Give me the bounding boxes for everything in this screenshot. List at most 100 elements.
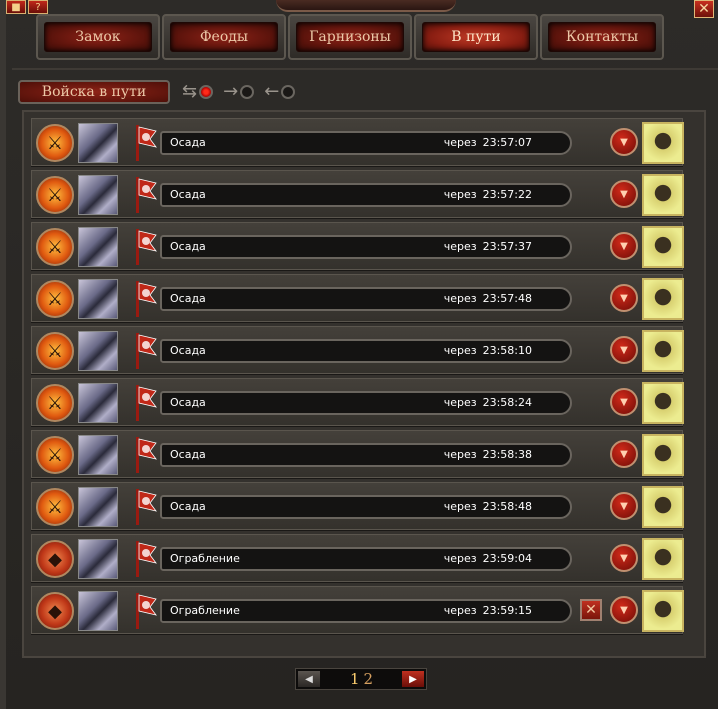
- sub-toolbar: Войска в пути ⇆ → ←: [18, 78, 303, 106]
- eta: через 23:57:07: [444, 136, 532, 149]
- details-button[interactable]: ▼: [610, 284, 638, 312]
- filter-incoming-radio[interactable]: [281, 85, 296, 99]
- troop-row: ⚔ Осада через 23:58:24 ▼: [31, 378, 684, 426]
- lock-icon[interactable]: ■: [6, 0, 26, 14]
- eta-prefix: через: [443, 188, 477, 201]
- target-thumbnail[interactable]: [78, 539, 118, 579]
- avatar[interactable]: [642, 226, 684, 268]
- progress-bar: Осада через 23:58:10: [160, 339, 572, 363]
- help-button[interactable]: ?: [28, 0, 48, 14]
- avatar[interactable]: [642, 278, 684, 320]
- action-label: Осада: [170, 500, 206, 513]
- tab-label: В пути: [422, 22, 530, 52]
- target-thumbnail[interactable]: [78, 591, 118, 631]
- eta: через 23:59:15: [444, 604, 532, 617]
- robbery-icon: ◆: [36, 592, 74, 630]
- direction-filter: ⇆ → ←: [182, 83, 303, 101]
- eta-time: 23:58:48: [482, 500, 532, 513]
- action-label: Ограбление: [170, 604, 240, 617]
- avatar[interactable]: [642, 122, 684, 164]
- siege-icon: ⚔: [36, 176, 74, 214]
- banner-icon: [136, 593, 157, 629]
- troop-row: ⚔ Осада через 23:57:07 ▼: [31, 118, 684, 166]
- troop-row: ⚔ Осада через 23:58:38 ▼: [31, 430, 684, 478]
- progress-bar: Осада через 23:57:22: [160, 183, 572, 207]
- eta: через 23:58:48: [444, 500, 532, 513]
- details-button[interactable]: ▼: [610, 232, 638, 260]
- avatar[interactable]: [642, 330, 684, 372]
- progress-bar: Ограбление через 23:59:15: [160, 599, 572, 623]
- eta-time: 23:57:22: [482, 188, 532, 201]
- avatar[interactable]: [642, 174, 684, 216]
- troop-row: ⚔ Осада через 23:57:48 ▼: [31, 274, 684, 322]
- top-corner-buttons: ■ ?: [6, 0, 52, 14]
- eta: через 23:58:24: [444, 396, 532, 409]
- tab-en-route[interactable]: В пути: [414, 14, 538, 60]
- pagination: ◀ 12 ▶: [295, 668, 427, 690]
- eta-prefix: через: [443, 604, 477, 617]
- troop-row: ◆ Ограбление через 23:59:15 ✕ ▼: [31, 586, 684, 634]
- robbery-icon: ◆: [36, 540, 74, 578]
- banner-icon: [136, 333, 157, 369]
- avatar[interactable]: [642, 486, 684, 528]
- avatar[interactable]: [642, 382, 684, 424]
- avatar[interactable]: [642, 538, 684, 580]
- page-other[interactable]: 2: [364, 670, 374, 688]
- eta-prefix: через: [443, 292, 477, 305]
- details-button[interactable]: ▼: [610, 544, 638, 572]
- tab-garrisons[interactable]: Гарнизоны: [288, 14, 412, 60]
- filter-all-radio[interactable]: [199, 85, 214, 99]
- target-thumbnail[interactable]: [78, 435, 118, 475]
- eta-time: 23:57:37: [482, 240, 532, 253]
- eta-time: 23:59:04: [482, 552, 532, 565]
- progress-bar: Осада через 23:57:37: [160, 235, 572, 259]
- target-thumbnail[interactable]: [78, 175, 118, 215]
- tab-fiefs[interactable]: Феоды: [162, 14, 286, 60]
- prev-page-button[interactable]: ◀: [298, 671, 320, 687]
- target-thumbnail[interactable]: [78, 383, 118, 423]
- subtab-troops-en-route[interactable]: Войска в пути: [18, 80, 170, 104]
- target-thumbnail[interactable]: [78, 279, 118, 319]
- progress-bar: Осада через 23:58:48: [160, 495, 572, 519]
- target-thumbnail[interactable]: [78, 227, 118, 267]
- target-thumbnail[interactable]: [78, 123, 118, 163]
- tab-castle[interactable]: Замок: [36, 14, 160, 60]
- banner-icon: [136, 489, 157, 525]
- eta: через 23:57:22: [444, 188, 532, 201]
- cancel-button[interactable]: ✕: [580, 599, 602, 621]
- banner-icon: [136, 125, 157, 161]
- close-button[interactable]: ✕: [694, 0, 714, 18]
- details-button[interactable]: ▼: [610, 388, 638, 416]
- window-frame: ■ ? ✕ Замок Феоды Гарнизоны В пути Конта…: [0, 0, 718, 709]
- tab-label: Контакты: [548, 22, 656, 52]
- target-thumbnail[interactable]: [78, 487, 118, 527]
- eta-time: 23:58:24: [482, 396, 532, 409]
- eta-time: 23:57:48: [482, 292, 532, 305]
- action-label: Осада: [170, 292, 206, 305]
- details-button[interactable]: ▼: [610, 336, 638, 364]
- main-tabs: Замок Феоды Гарнизоны В пути Контакты: [36, 14, 696, 66]
- avatar[interactable]: [642, 590, 684, 632]
- top-ornament: [276, 0, 456, 12]
- details-button[interactable]: ▼: [610, 492, 638, 520]
- details-button[interactable]: ▼: [610, 180, 638, 208]
- banner-icon: [136, 229, 157, 265]
- siege-icon: ⚔: [36, 280, 74, 318]
- avatar[interactable]: [642, 434, 684, 476]
- progress-bar: Осада через 23:58:24: [160, 391, 572, 415]
- filter-outgoing-radio[interactable]: [240, 85, 255, 99]
- eta-time: 23:58:10: [482, 344, 532, 357]
- banner-icon: [136, 385, 157, 421]
- details-button[interactable]: ▼: [610, 440, 638, 468]
- page-numbers: 12: [350, 670, 373, 688]
- details-button[interactable]: ▼: [610, 596, 638, 624]
- action-label: Осада: [170, 396, 206, 409]
- eta-prefix: через: [443, 344, 477, 357]
- next-page-button[interactable]: ▶: [402, 671, 424, 687]
- eta-prefix: через: [443, 552, 477, 565]
- action-label: Осада: [170, 136, 206, 149]
- details-button[interactable]: ▼: [610, 128, 638, 156]
- tab-contacts[interactable]: Контакты: [540, 14, 664, 60]
- target-thumbnail[interactable]: [78, 331, 118, 371]
- page-current[interactable]: 1: [350, 670, 360, 688]
